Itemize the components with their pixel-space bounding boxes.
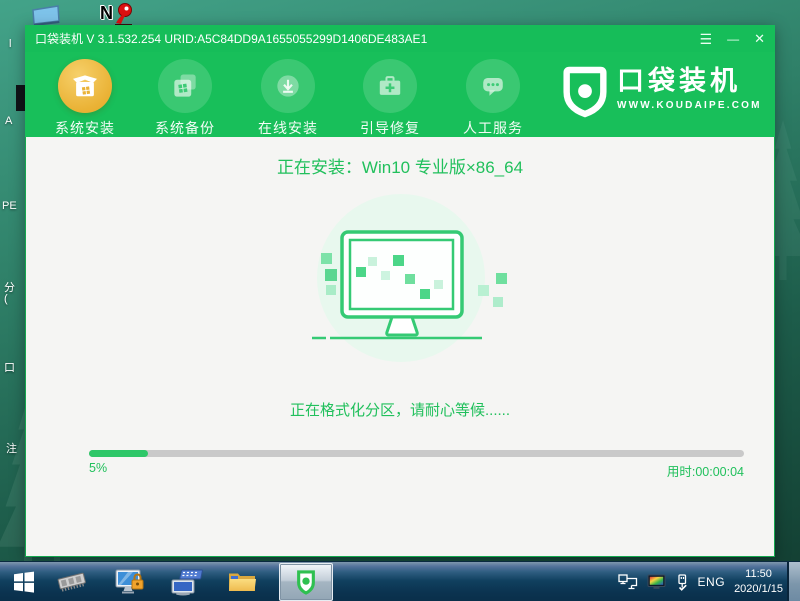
install-box-icon <box>58 59 112 113</box>
desktop-label-fragment: A <box>5 115 13 127</box>
window-controls: ☰ — ✕ <box>700 32 765 46</box>
elapsed-time: 用时:00:00:04 <box>666 465 744 479</box>
progress-info-row: 5% 用时:00:00:04 <box>89 461 744 480</box>
download-icon <box>261 59 315 113</box>
taskbar-item-partition-tool[interactable] <box>108 562 152 601</box>
clock-time: 11:50 <box>745 568 772 581</box>
nav-label: 引导修复 <box>360 120 420 136</box>
close-icon[interactable]: ✕ <box>754 32 765 45</box>
windows-logo-icon <box>14 571 34 593</box>
window-title: 口袋装机 V 3.1.532.254 URID:A5C84DD9A1655055… <box>35 32 428 46</box>
taskbar-item-koudai-active[interactable] <box>279 563 333 601</box>
desktop-label-fragment: ( <box>4 293 8 305</box>
brand-name: 口袋装机 <box>617 66 741 96</box>
brand-logo: 口袋装机 WWW.KOUDAIPE.COM <box>563 66 762 118</box>
blue-display-icon <box>32 5 60 26</box>
language-indicator[interactable]: ENG <box>698 575 726 589</box>
nav-item-boot-repair[interactable]: 引导修复 <box>342 59 438 138</box>
installing-title: 正在安装：Win10 专业版×86_64 <box>276 158 524 177</box>
red-key-icon <box>115 3 132 26</box>
progress-bar <box>89 450 744 457</box>
monitor-lock-icon <box>115 569 144 594</box>
repair-toolbox-icon <box>363 59 417 113</box>
nav-label: 系统安装 <box>55 120 115 136</box>
desktop-label-fragment: 注 <box>6 443 17 455</box>
desktop-icon-n[interactable]: N <box>100 3 135 27</box>
taskbar-item-onscreen-keyboard[interactable] <box>164 562 208 601</box>
taskbar-item-memory-tool[interactable] <box>52 562 92 601</box>
system-tray: ENG 11:50 2020/1/15 <box>617 562 783 601</box>
folder-icon <box>229 573 256 591</box>
nav-item-online-install[interactable]: 在线安装 <box>240 59 336 138</box>
backup-windows-icon <box>158 59 212 113</box>
minimize-icon[interactable]: — <box>727 33 739 45</box>
taskbar-clock[interactable]: 11:50 2020/1/15 <box>734 567 783 597</box>
nav-item-system-install[interactable]: 系统安装 <box>37 59 133 138</box>
shield-logo-icon <box>563 66 607 118</box>
clock-date: 2020/1/15 <box>734 583 783 595</box>
desktop-label-fragment: PE <box>2 200 17 212</box>
status-text: 正在格式化分区，请耐心等候...... <box>289 402 510 419</box>
monitor-keyboard-icon <box>171 569 203 596</box>
progress-percent: 5% <box>89 461 108 475</box>
desktop: N l A PE 分 ( 口 注 口袋装机 V 3.1.532.254 URID… <box>0 0 800 601</box>
koudai-installer-window: 口袋装机 V 3.1.532.254 URID:A5C84DD9A1655055… <box>25 25 775 557</box>
memory-chip-icon <box>57 572 86 592</box>
network-icon[interactable] <box>617 574 638 590</box>
nav-label: 在线安装 <box>258 120 318 136</box>
usb-device-icon[interactable] <box>675 573 689 591</box>
taskbar: ENG 11:50 2020/1/15 <box>0 561 800 601</box>
show-desktop-button[interactable] <box>787 562 800 601</box>
monitor-illustration <box>312 194 507 362</box>
titlebar: 口袋装机 V 3.1.532.254 URID:A5C84DD9A1655055… <box>25 25 775 52</box>
nav-label: 人工服务 <box>463 120 523 136</box>
n-letter: N <box>100 3 113 23</box>
nav-label: 系统备份 <box>155 120 215 136</box>
nav-bar: 系统安装 系统备份 在线安装 引导修复 人工服务 口袋装机 WWW.KOUDAI… <box>25 52 775 137</box>
nav-item-system-backup[interactable]: 系统备份 <box>137 59 233 138</box>
start-button[interactable] <box>6 562 42 601</box>
display-color-icon[interactable] <box>647 574 666 590</box>
nav-item-manual-service[interactable]: 人工服务 <box>445 59 541 138</box>
desktop-label-fragment: l <box>9 38 12 50</box>
desktop-label-fragment: 口 <box>4 362 15 374</box>
taskbar-item-file-explorer[interactable] <box>222 562 262 601</box>
shield-app-icon <box>297 569 315 595</box>
chat-service-icon <box>466 59 520 113</box>
menu-icon[interactable]: ☰ <box>700 32 713 46</box>
main-content: 正在安装：Win10 专业版×86_64 正在格式化分区，请耐心等候......… <box>25 137 775 557</box>
brand-site: WWW.KOUDAIPE.COM <box>617 100 762 111</box>
progress-fill <box>89 450 148 457</box>
